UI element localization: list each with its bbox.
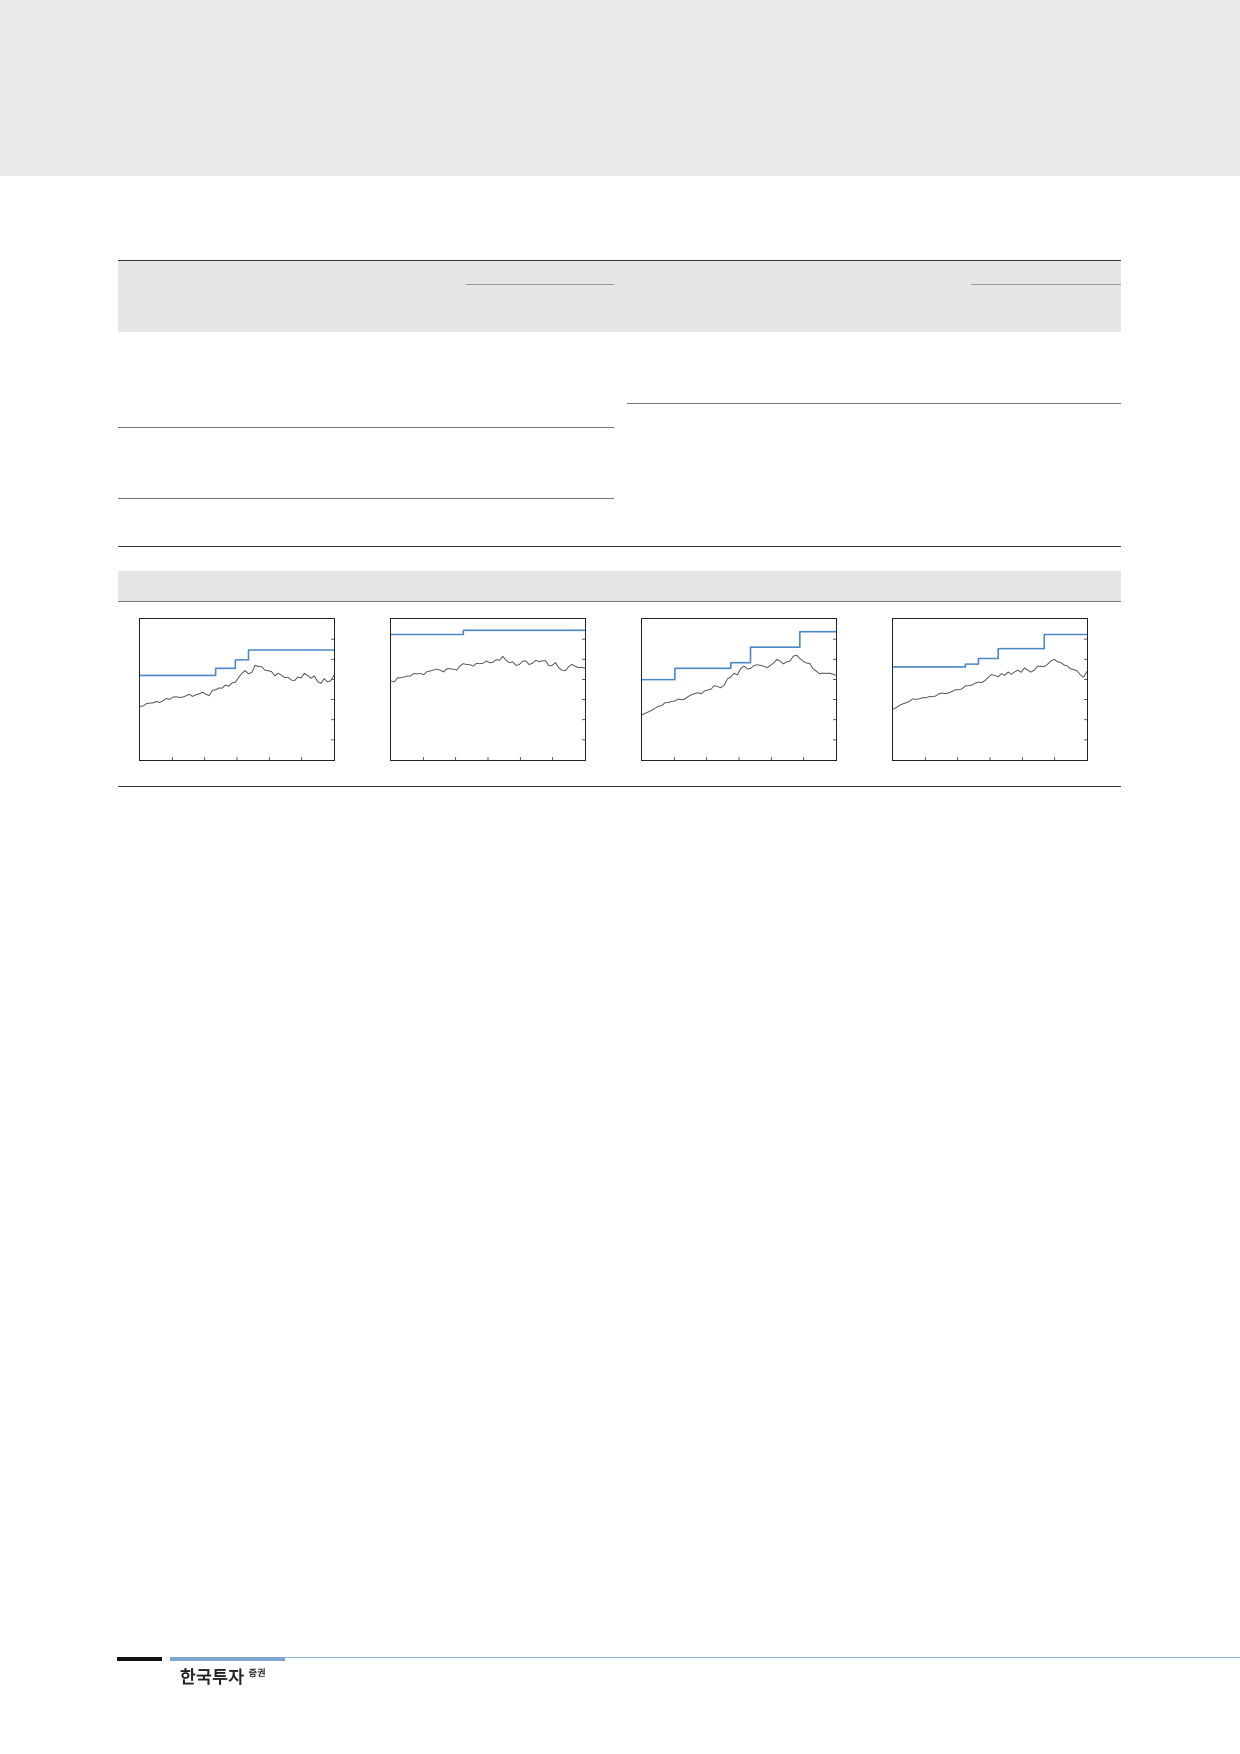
table-bottom-rule: [118, 546, 1121, 547]
table-row-rule-left-2: [118, 498, 614, 499]
target-price-line: [391, 629, 585, 636]
stock-price-line: [140, 664, 334, 707]
stock-chart-2: [390, 618, 586, 761]
footer-accent-bar-blue: [170, 1657, 285, 1661]
stock-price-line: [642, 654, 836, 716]
stock-chart-4: [892, 618, 1088, 761]
chart-section-rule: [118, 601, 1121, 602]
column-group-rule-left: [466, 284, 614, 285]
stock-chart-4-plot: [893, 633, 1087, 760]
chart-section-bottom-rule: [118, 786, 1121, 787]
stock-chart-3: [641, 618, 837, 761]
table-header-band: [118, 261, 1121, 332]
chart-section-band: [118, 571, 1121, 601]
footer-rule: [285, 1657, 1240, 1658]
stock-chart-1-plot: [140, 638, 334, 760]
table-row-rule-left-1: [118, 427, 614, 428]
brand-logo: 한국투자 증권: [180, 1663, 266, 1688]
stock-chart-1: [139, 618, 335, 761]
table-row-rule-right: [627, 403, 1121, 404]
brand-logo-name: 한국투자: [180, 1668, 245, 1688]
page-header-band: [0, 0, 1240, 176]
stock-chart-2-plot: [391, 629, 585, 760]
brand-logo-suffix: 증권: [248, 1669, 267, 1680]
target-price-line: [140, 649, 334, 677]
stock-chart-3-plot: [642, 630, 836, 760]
stock-price-line: [391, 655, 585, 683]
column-group-rule-right: [971, 284, 1121, 285]
footer-accent-bar: [117, 1657, 162, 1661]
